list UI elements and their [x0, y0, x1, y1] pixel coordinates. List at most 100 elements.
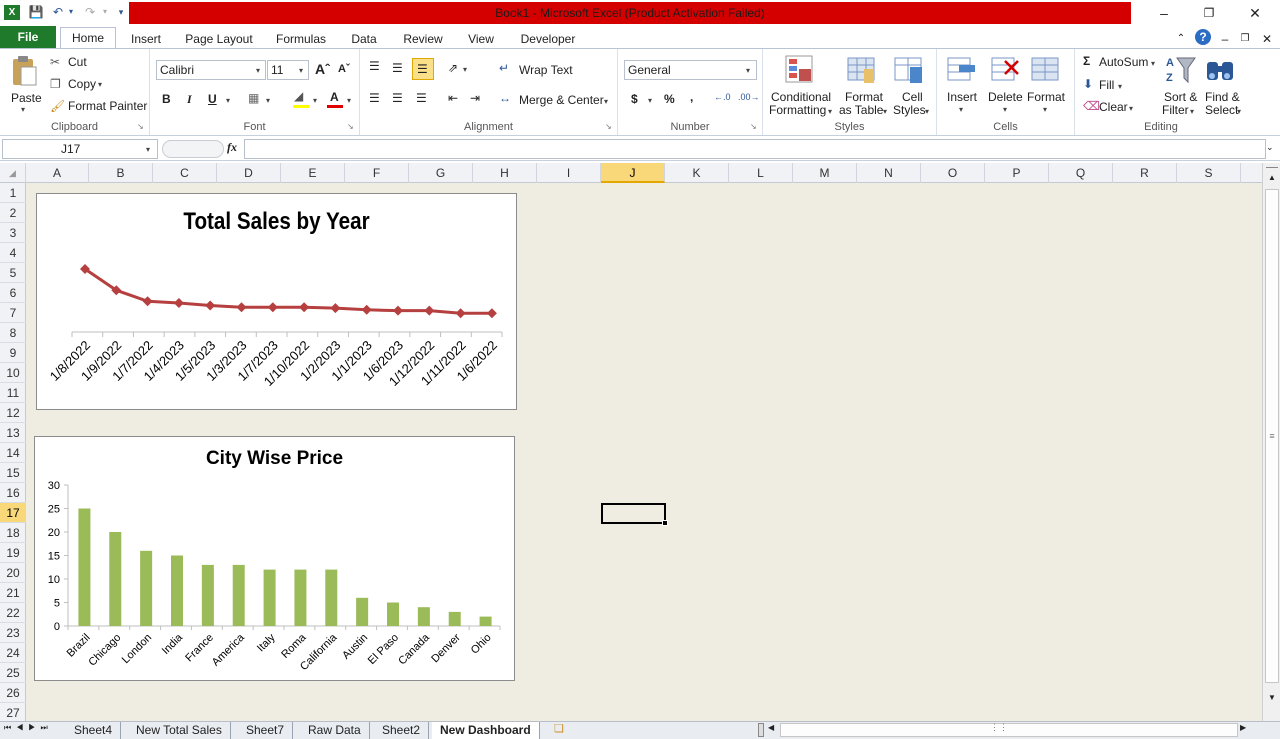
align-right-icon[interactable]: ☰	[416, 91, 427, 105]
customize-qat-icon[interactable]: ▾	[115, 4, 127, 20]
row-header-4[interactable]: 4	[0, 243, 26, 263]
redo-icon[interactable]: ↷	[82, 4, 98, 20]
conditional-formatting-button[interactable]: Conditional	[771, 90, 831, 104]
decrease-decimal-icon[interactable]: .00→	[738, 92, 760, 102]
redo-dropdown-icon[interactable]: ▾	[100, 4, 110, 20]
conditional-formatting-dropdown-icon[interactable]: ▾	[828, 107, 832, 116]
tab-home[interactable]: Home	[60, 27, 116, 49]
split-box[interactable]	[1266, 164, 1278, 168]
merge-center-button[interactable]: Merge & Center	[519, 93, 604, 107]
font-name-select[interactable]: Calibri	[156, 60, 266, 80]
column-header-k[interactable]: K	[665, 163, 729, 183]
cell-styles-dropdown-icon[interactable]: ▾	[925, 107, 929, 116]
active-cell[interactable]	[601, 503, 666, 524]
row-header-26[interactable]: 26	[0, 683, 26, 703]
insert-button[interactable]: Insert	[947, 90, 977, 104]
font-color-icon[interactable]: A	[330, 90, 339, 104]
tab-page-layout[interactable]: Page Layout	[180, 29, 258, 49]
row-header-25[interactable]: 25	[0, 663, 26, 683]
number-format-select[interactable]: General	[624, 60, 757, 80]
row-header-13[interactable]: 13	[0, 423, 26, 443]
row-header-19[interactable]: 19	[0, 543, 26, 563]
fill-color-dropdown-icon[interactable]: ▾	[313, 96, 317, 105]
column-header-m[interactable]: M	[793, 163, 857, 183]
column-header-b[interactable]: B	[89, 163, 153, 183]
row-header-21[interactable]: 21	[0, 583, 26, 603]
row-header-17[interactable]: 17	[0, 503, 26, 523]
column-header-d[interactable]: D	[217, 163, 281, 183]
sheet-tab[interactable]: New Total Sales	[128, 722, 231, 739]
row-header-10[interactable]: 10	[0, 363, 26, 383]
row-header-14[interactable]: 14	[0, 443, 26, 463]
hscroll-left-icon[interactable]: ◀	[768, 723, 778, 732]
autosum-dropdown-icon[interactable]: ▾	[1151, 59, 1155, 68]
name-box[interactable]: J17	[2, 139, 158, 159]
sheet-tab[interactable]: Sheet2	[374, 722, 430, 739]
alignment-launcher-icon[interactable]: ↘	[605, 122, 612, 131]
decrease-indent-icon[interactable]: ⇤	[448, 91, 458, 105]
conditional-formatting-icon[interactable]	[785, 55, 815, 85]
row-header-6[interactable]: 6	[0, 283, 26, 303]
row-header-18[interactable]: 18	[0, 523, 26, 543]
column-header-p[interactable]: P	[985, 163, 1049, 183]
column-header-j[interactable]: J	[601, 163, 665, 183]
paste-icon[interactable]	[10, 55, 38, 87]
currency-button[interactable]: $	[631, 92, 638, 106]
horizontal-scroll-thumb[interactable]	[780, 723, 1238, 737]
number-launcher-icon[interactable]: ↘	[750, 122, 757, 131]
cut-button[interactable]: Cut	[68, 55, 87, 69]
format-button[interactable]: Format	[1027, 90, 1065, 104]
undo-icon[interactable]: ↶	[50, 4, 66, 20]
insert-function-button[interactable]: fx	[227, 140, 237, 155]
row-header-16[interactable]: 16	[0, 483, 26, 503]
column-header-c[interactable]: C	[153, 163, 217, 183]
align-center-icon[interactable]: ☰	[392, 91, 403, 105]
align-left-icon[interactable]: ☰	[369, 91, 380, 105]
column-header-e[interactable]: E	[281, 163, 345, 183]
ribbon-restore-icon[interactable]: ❐	[1238, 29, 1252, 49]
sheet-tab-active[interactable]: New Dashboard	[432, 722, 540, 739]
copy-dropdown-icon[interactable]: ▾	[98, 80, 102, 89]
close-button[interactable]: ✕	[1241, 3, 1269, 23]
hscroll-right-icon[interactable]: ▶	[1240, 723, 1250, 732]
row-header-20[interactable]: 20	[0, 563, 26, 583]
increase-decimal-icon[interactable]: ←.0	[714, 92, 731, 102]
tab-file[interactable]: File	[0, 26, 56, 49]
select-all-corner[interactable]: ◢	[0, 163, 26, 183]
sheet-tab[interactable]: Raw Data	[300, 722, 370, 739]
column-header-g[interactable]: G	[409, 163, 473, 183]
tab-data[interactable]: Data	[344, 29, 384, 49]
row-header-27[interactable]: 27	[0, 703, 26, 723]
delete-cells-icon[interactable]	[991, 55, 1021, 85]
fill-color-icon[interactable]: ◢	[294, 89, 303, 103]
name-box-dropdown-icon[interactable]: ▾	[146, 145, 150, 154]
save-icon[interactable]: 💾	[28, 4, 44, 20]
align-top-icon[interactable]: ☰	[369, 59, 380, 73]
sheet-tab[interactable]: Sheet4	[66, 722, 122, 739]
fill-handle[interactable]	[662, 520, 668, 526]
cell-styles-button[interactable]: Cell	[902, 90, 923, 104]
undo-dropdown-icon[interactable]: ▾	[66, 4, 76, 20]
minimize-button[interactable]: –	[1150, 3, 1178, 23]
clear-dropdown-icon[interactable]: ▾	[1129, 104, 1133, 113]
sort-filter-icon[interactable]: AZ	[1165, 54, 1197, 86]
row-header-5[interactable]: 5	[0, 263, 26, 283]
row-header-22[interactable]: 22	[0, 603, 26, 623]
orientation-icon[interactable]: ⇗	[448, 61, 458, 75]
format-painter-button[interactable]: Format Painter	[68, 99, 147, 113]
clear-button[interactable]: Clear	[1099, 100, 1128, 114]
fill-dropdown-icon[interactable]: ▾	[1118, 82, 1122, 91]
sheet-tab[interactable]: Sheet7	[238, 722, 294, 739]
row-header-11[interactable]: 11	[0, 383, 26, 403]
insert-sheet-icon[interactable]: ❏	[554, 722, 570, 735]
paste-dropdown-icon[interactable]: ▾	[21, 105, 25, 114]
wrap-text-button[interactable]: Wrap Text	[519, 63, 573, 77]
column-header-l[interactable]: L	[729, 163, 793, 183]
font-name-dropdown-icon[interactable]: ▾	[256, 66, 260, 75]
paste-button[interactable]: Paste	[11, 91, 42, 105]
increase-indent-icon[interactable]: ⇥	[470, 91, 480, 105]
tab-split-handle[interactable]	[758, 723, 764, 737]
expand-formula-bar-icon[interactable]: ⌄	[1266, 142, 1274, 153]
formula-input[interactable]	[244, 139, 1266, 159]
font-size-dropdown-icon[interactable]: ▾	[299, 66, 303, 75]
